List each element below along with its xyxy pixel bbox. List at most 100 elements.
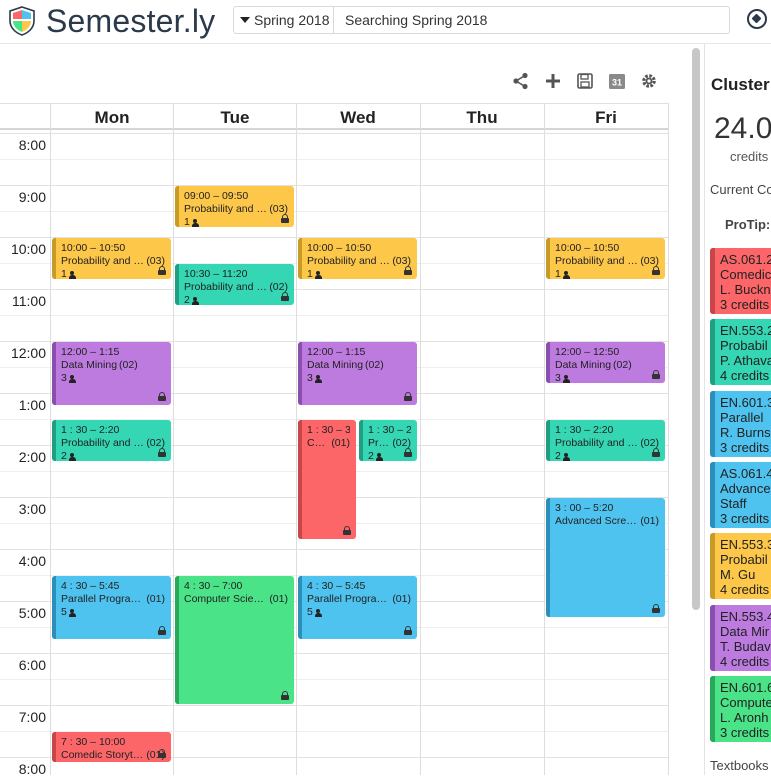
course-slot[interactable]: 7 : 30 – 10:00 Comedic Storytel... (01) <box>52 732 171 762</box>
day-header-mon: Mon <box>50 104 173 131</box>
lock-icon[interactable] <box>652 604 660 614</box>
course-card[interactable]: EN.553.3 Probabil M. Gu 4 credits <box>710 533 771 600</box>
slot-section: (01) <box>392 593 411 605</box>
logo-text[interactable]: Semester.ly <box>46 3 215 40</box>
semester-select[interactable]: Spring 2018 <box>233 6 334 34</box>
calendar-toolbar: 31 <box>510 70 660 94</box>
slot-course-name: Computer Scienc... (01) <box>184 593 288 606</box>
course-card[interactable]: AS.061.4 Advance Staff 3 credits <box>710 461 771 528</box>
course-slot[interactable]: 4 : 30 – 5:45 Parallel Program... (01) 5 <box>52 576 171 639</box>
person-icon <box>562 452 570 461</box>
course-card[interactable]: EN.601.6 Compute L. Aronh 3 credits <box>710 675 771 742</box>
lock-icon[interactable] <box>158 626 166 635</box>
course-card-instructor: L. Buckn <box>720 282 771 297</box>
course-card-code: EN.553.4 <box>720 608 771 624</box>
lock-icon[interactable] <box>652 448 660 458</box>
settings-gear-icon[interactable] <box>638 70 660 92</box>
slot-course-title: Com... <box>307 437 330 449</box>
lock-icon[interactable] <box>281 214 289 224</box>
enrolled-count: 3 <box>307 372 313 384</box>
day-header-thu: Thu <box>420 104 543 131</box>
lock-icon[interactable] <box>404 266 412 276</box>
course-slot[interactable]: 1 : 30 – 2:20 Probability and S... (02) 2 <box>52 420 171 462</box>
course-search-input[interactable] <box>334 6 730 34</box>
slot-course-name: Probability and S... (03) <box>61 255 165 268</box>
person-icon <box>68 452 76 461</box>
course-card[interactable]: EN.553.2 Probabil P. Athava 4 credits <box>710 319 771 386</box>
course-slot[interactable]: 10:00 – 10:50 Probability and S... (03) 1 <box>52 238 171 280</box>
lock-icon[interactable] <box>158 392 166 401</box>
course-slot[interactable]: 12:00 – 1:15 Data Mining (02) 3 <box>298 342 417 405</box>
save-icon[interactable] <box>574 70 596 92</box>
time-label: 5:00 <box>18 605 46 621</box>
course-card-code: EN.601.6 <box>720 679 771 695</box>
calendar-scrollbar[interactable] <box>690 44 702 775</box>
person-icon <box>375 452 383 461</box>
current-courses-heading: Current Co <box>710 182 771 197</box>
lock-icon[interactable] <box>281 292 289 302</box>
lock-icon[interactable] <box>404 626 412 635</box>
course-card-credits: 3 credits <box>720 510 770 526</box>
column-line <box>173 103 174 775</box>
course-slot[interactable]: 10:00 – 10:50 Probability and St... (03) 1 <box>298 238 417 280</box>
course-card[interactable]: AS.061.2 Comedic L. Buckn 3 credits <box>710 248 771 314</box>
course-slot[interactable]: 1 : 30 – 2:20 Probability and St... (02) 2 <box>546 420 665 462</box>
slot-section: (02) <box>119 359 138 371</box>
day-header-tue: Tue <box>173 104 296 131</box>
lock-icon[interactable] <box>652 370 660 380</box>
grid-line <box>0 705 669 706</box>
share-icon[interactable] <box>510 70 532 92</box>
slot-course-title: Data Mining <box>307 359 364 371</box>
explore-compass-icon[interactable] <box>747 9 767 29</box>
course-slot[interactable]: 1 : 30 – 3:5Com...(01) <box>298 420 356 540</box>
slot-time: 10:00 – 10:50 <box>61 242 126 254</box>
lock-icon[interactable] <box>652 266 660 276</box>
lock-icon[interactable] <box>158 448 166 458</box>
slot-enrolled: 2 <box>184 294 288 305</box>
day-header-wed: Wed <box>296 104 419 131</box>
slot-enrolled: 1 <box>307 268 411 279</box>
course-card[interactable]: EN.601.3 Parallel R. Burns 3 credits <box>710 390 771 457</box>
grid-line <box>0 653 669 654</box>
time-label: 10:00 <box>10 241 46 257</box>
course-slot[interactable]: 12:00 – 12:50 Data Mining (02) 3 <box>546 342 665 384</box>
course-slot[interactable]: 10:00 – 10:50 Probability and St... (03) 1 <box>546 238 665 280</box>
course-slot[interactable]: 3 : 00 – 5:20 Advanced Screen... (01) <box>546 498 665 618</box>
side-panel: Cluster 24.0 credits Current Co ProTip: … <box>704 44 771 775</box>
course-slot[interactable]: 10:30 – 11:20 Probability and S... (02) 2 <box>175 264 294 306</box>
grid-line <box>0 133 669 134</box>
person-icon <box>68 374 76 383</box>
course-card[interactable]: EN.553.4 Data Mir T. Budav 4 credits <box>710 604 771 671</box>
lock-icon[interactable] <box>404 448 412 458</box>
course-slot[interactable]: 4 : 30 – 5:45 Parallel Program... (01) 5 <box>298 576 417 639</box>
course-card-name: Advance <box>720 480 771 496</box>
column-line <box>544 103 545 775</box>
slot-time: 4 : 30 – 5:45 <box>61 580 120 592</box>
course-slot[interactable]: 1 : 30 – 2:2Prob...(02)2 <box>359 420 417 462</box>
course-card-name: Compute <box>720 694 771 710</box>
time-label: 2:00 <box>18 449 46 465</box>
lock-icon[interactable] <box>158 749 166 758</box>
course-slot[interactable]: 09:00 – 09:50 Probability and S... (03) 1 <box>175 186 294 228</box>
course-card-instructor: R. Burns <box>720 424 771 440</box>
course-slot[interactable]: 4 : 30 – 7:00 Computer Scienc... (01) <box>175 576 294 704</box>
semesterly-logo-icon[interactable] <box>8 6 36 36</box>
svg-text:31: 31 <box>612 78 622 88</box>
course-slot[interactable]: 12:00 – 1:15 Data Mining (02) 3 <box>52 342 171 405</box>
person-icon <box>68 270 76 279</box>
slot-time: 09:00 – 09:50 <box>184 190 249 202</box>
slot-course-title: Parallel Program... <box>61 593 145 605</box>
person-icon <box>191 218 199 227</box>
lock-icon[interactable] <box>281 691 289 700</box>
lock-icon[interactable] <box>343 526 351 536</box>
column-line <box>420 103 421 775</box>
google-calendar-icon[interactable]: 31 <box>606 70 628 92</box>
course-card-credits: 3 credits <box>720 439 770 455</box>
lock-icon[interactable] <box>404 392 412 401</box>
calendar-header: Mon Tue Wed Thu Fri <box>0 103 669 131</box>
lock-icon[interactable] <box>158 266 166 276</box>
time-label: 6:00 <box>18 657 46 673</box>
scrollbar-thumb[interactable] <box>692 48 700 610</box>
add-icon[interactable] <box>542 70 564 92</box>
slot-course-title: Probability and S... <box>184 203 268 215</box>
